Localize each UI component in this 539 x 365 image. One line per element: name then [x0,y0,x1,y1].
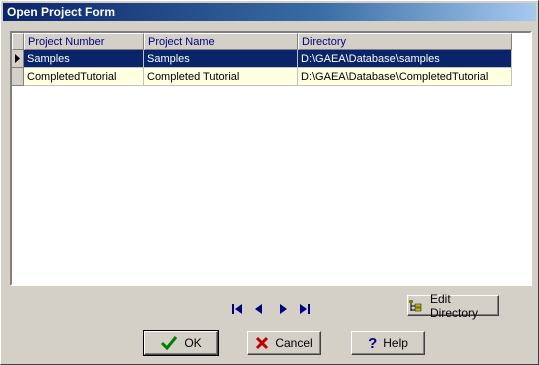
help-button[interactable]: ? Help [351,331,425,355]
cancel-button[interactable]: Cancel [247,331,321,355]
first-record-icon[interactable] [230,302,244,316]
column-header-project-name[interactable]: Project Name [144,33,298,50]
help-label: Help [383,336,408,350]
close-icon [255,336,269,350]
column-header-project-number[interactable]: Project Number [24,33,144,50]
edit-directory-label: Edit Directory [430,291,479,320]
cell-project-number[interactable]: Samples [24,50,144,68]
cell-project-name[interactable]: Samples [144,50,298,68]
edit-directory-button[interactable]: Edit Directory [407,292,499,320]
grid-corner [12,33,24,50]
current-row-pointer-icon [15,54,20,63]
cell-directory[interactable]: D:\GAEA\Database\samples [298,50,512,68]
check-icon [160,335,178,351]
column-header-directory[interactable]: Directory [298,33,512,50]
open-project-window: Open Project Form Project Number Project… [0,0,539,365]
window-title: Open Project Form [3,3,536,21]
directory-tree-icon [408,299,424,313]
cell-project-name[interactable]: Completed Tutorial [144,68,298,86]
next-record-icon[interactable] [276,302,290,316]
cell-directory[interactable]: D:\GAEA\Database\CompletedTutorial [298,68,512,86]
ok-button[interactable]: OK [143,330,219,356]
row-indicator[interactable] [12,50,24,68]
prior-record-icon[interactable] [252,302,266,316]
projects-grid[interactable]: Project Number Project Name Directory Sa… [10,31,532,286]
cancel-label: Cancel [275,336,313,350]
row-indicator[interactable] [12,68,24,86]
last-record-icon[interactable] [298,302,312,316]
ok-label: OK [184,336,202,350]
cell-project-number[interactable]: CompletedTutorial [24,68,144,86]
question-mark-icon: ? [368,334,378,352]
